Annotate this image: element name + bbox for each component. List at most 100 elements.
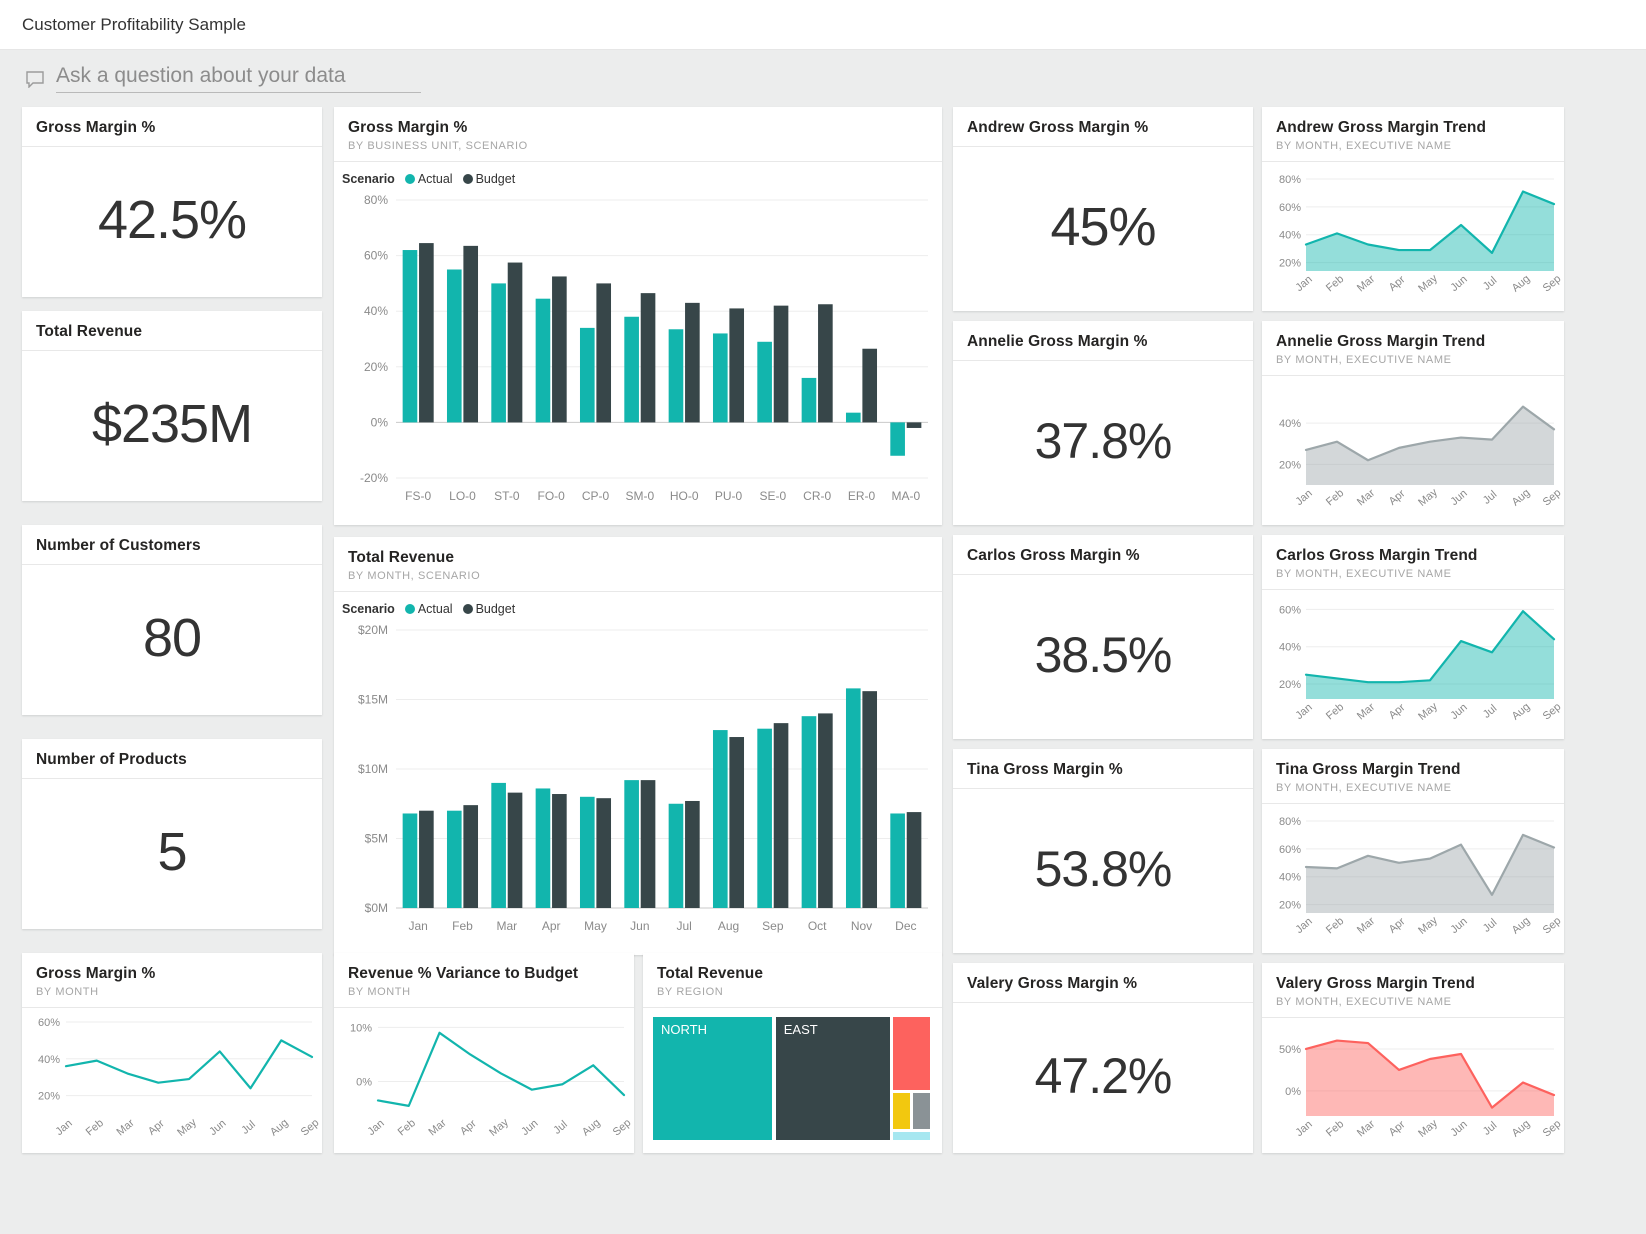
kpi-body: 53.8%	[953, 789, 1253, 949]
chart-legend: Scenario Actual Budget	[334, 162, 942, 186]
legend-item-budget[interactable]: Budget	[463, 172, 516, 186]
svg-text:60%: 60%	[1279, 844, 1301, 856]
tile-total-revenue-kpi[interactable]: Total Revenue $235M	[22, 311, 322, 501]
qa-bar[interactable]: Ask a question about your data	[0, 50, 1646, 107]
tile-revenue-variance[interactable]: Revenue % Variance to Budget BY MONTH 10…	[334, 953, 634, 1153]
kpi-body: 38.5%	[953, 575, 1253, 735]
tile-andrew-trend[interactable]: Andrew Gross Margin Trend BY MONTH, EXEC…	[1262, 107, 1564, 311]
tile-tina-kpi[interactable]: Tina Gross Margin % 53.8%	[953, 749, 1253, 953]
tile-header: Total Revenue	[22, 311, 322, 351]
area-chart-carlos-trend[interactable]: 60%40%20%JanFebMarAprMayJunJulAugSep	[1262, 590, 1564, 737]
svg-text:80%: 80%	[1279, 174, 1301, 186]
svg-text:Aug: Aug	[268, 1117, 291, 1139]
svg-text:0%: 0%	[356, 1077, 372, 1089]
area-chart-tina-trend[interactable]: 80%60%40%20%JanFebMarAprMayJunJulAugSep	[1262, 804, 1564, 951]
svg-text:Nov: Nov	[851, 919, 872, 933]
treemap-cell[interactable]: EAST	[776, 1017, 890, 1140]
svg-text:Feb: Feb	[396, 1117, 418, 1138]
treemap-cell[interactable]	[893, 1093, 910, 1129]
kpi-body: 5	[22, 779, 322, 925]
svg-text:May: May	[1416, 272, 1440, 295]
treemap-cell[interactable]	[913, 1093, 930, 1129]
chart-legend: Scenario Actual Budget	[334, 592, 942, 616]
kpi-body: $235M	[22, 351, 322, 497]
tile-header: Number of Products	[22, 739, 322, 779]
tile-subtitle: BY MONTH	[348, 986, 620, 998]
svg-text:ST-0: ST-0	[494, 489, 520, 503]
tile-valery-trend[interactable]: Valery Gross Margin Trend BY MONTH, EXEC…	[1262, 963, 1564, 1153]
svg-text:Aug: Aug	[1510, 1118, 1533, 1140]
tile-valery-kpi[interactable]: Valery Gross Margin % 47.2%	[953, 963, 1253, 1153]
treemap-cell-label: EAST	[784, 1022, 818, 1037]
svg-text:CR-0: CR-0	[803, 489, 831, 503]
svg-text:$10M: $10M	[358, 762, 388, 776]
svg-text:LO-0: LO-0	[449, 489, 476, 503]
tile-tina-trend[interactable]: Tina Gross Margin Trend BY MONTH, EXECUT…	[1262, 749, 1564, 953]
svg-text:Jul: Jul	[1481, 489, 1499, 507]
svg-text:Apr: Apr	[1387, 487, 1408, 507]
tile-carlos-kpi[interactable]: Carlos Gross Margin % 38.5%	[953, 535, 1253, 739]
tile-gm-by-business-unit[interactable]: Gross Margin % BY BUSINESS UNIT, SCENARI…	[334, 107, 942, 525]
tile-revenue-by-month[interactable]: Total Revenue BY MONTH, SCENARIO Scenari…	[334, 537, 942, 955]
bar-chart-revenue-by-month[interactable]: Scenario Actual Budget $20M$15M$10M$5M$0…	[334, 592, 942, 953]
qa-input[interactable]: Ask a question about your data	[56, 64, 421, 92]
svg-text:Feb: Feb	[1324, 487, 1346, 508]
line-chart-gm-by-month[interactable]: 60%40%20%JanFebMarAprMayJunJulAugSep	[22, 1008, 322, 1151]
tile-header: Total Revenue BY REGION	[643, 953, 942, 1008]
svg-text:Jan: Jan	[1293, 701, 1314, 722]
svg-text:HO-0: HO-0	[670, 489, 699, 503]
svg-text:$5M: $5M	[365, 832, 388, 846]
svg-text:Jun: Jun	[207, 1117, 228, 1138]
tile-gm-by-month[interactable]: Gross Margin % BY MONTH 60%40%20%JanFebM…	[22, 953, 322, 1153]
svg-text:Mar: Mar	[426, 1117, 448, 1139]
svg-text:Jan: Jan	[1293, 273, 1314, 294]
svg-text:Aug: Aug	[1510, 487, 1533, 509]
svg-text:Jun: Jun	[1448, 915, 1469, 936]
area-chart-andrew-trend[interactable]: 80%60%40%20%JanFebMarAprMayJunJulAugSep	[1262, 162, 1564, 309]
line-chart-revenue-variance[interactable]: 10%0%JanFebMarAprMayJunJulAugSep	[334, 1008, 634, 1151]
svg-text:May: May	[1416, 486, 1440, 509]
svg-text:$0M: $0M	[365, 901, 388, 915]
kpi-value: 5	[157, 821, 186, 883]
treemap-cell[interactable]	[893, 1017, 930, 1090]
treemap-cell[interactable]: NORTH	[653, 1017, 772, 1140]
svg-text:$20M: $20M	[358, 623, 388, 637]
svg-text:Jun: Jun	[1448, 273, 1469, 294]
treemap-cell[interactable]	[893, 1132, 930, 1140]
treemap-revenue-by-region[interactable]: NORTH EAST	[643, 1008, 942, 1151]
svg-text:40%: 40%	[1279, 230, 1301, 242]
svg-text:Jun: Jun	[1448, 1118, 1469, 1139]
legend-item-actual[interactable]: Actual	[405, 172, 453, 186]
tile-title: Carlos Gross Margin %	[967, 547, 1239, 565]
tile-number-of-customers-kpi[interactable]: Number of Customers 80	[22, 525, 322, 715]
tile-title: Revenue % Variance to Budget	[348, 965, 620, 983]
tile-gross-margin-kpi[interactable]: Gross Margin % 42.5%	[22, 107, 322, 297]
svg-text:Jul: Jul	[1481, 1120, 1499, 1138]
svg-text:FS-0: FS-0	[405, 489, 431, 503]
svg-text:40%: 40%	[38, 1054, 60, 1066]
svg-text:Feb: Feb	[1324, 273, 1346, 294]
tile-revenue-by-region[interactable]: Total Revenue BY REGION NORTH EAST	[643, 953, 942, 1153]
legend-item-budget[interactable]: Budget	[463, 602, 516, 616]
bar-chart-gm-by-bu[interactable]: Scenario Actual Budget 80%60%40%20%0%-20…	[334, 162, 942, 523]
legend-item-actual[interactable]: Actual	[405, 602, 453, 616]
svg-text:Apr: Apr	[146, 1117, 167, 1137]
tile-subtitle: BY MONTH, EXECUTIVE NAME	[1276, 782, 1550, 794]
tile-header: Gross Margin %	[22, 107, 322, 147]
tile-title: Carlos Gross Margin Trend	[1276, 547, 1550, 565]
legend-swatch-budget	[463, 174, 473, 184]
dashboard-root: Customer Profitability Sample Ask a ques…	[0, 0, 1646, 1234]
tile-number-of-products-kpi[interactable]: Number of Products 5	[22, 739, 322, 929]
svg-text:Apr: Apr	[1387, 273, 1408, 293]
svg-text:Feb: Feb	[1324, 915, 1346, 936]
area-chart-annelie-trend[interactable]: 40%20%JanFebMarAprMayJunJulAugSep	[1262, 376, 1564, 523]
tile-annelie-trend[interactable]: Annelie Gross Margin Trend BY MONTH, EXE…	[1262, 321, 1564, 525]
tile-andrew-kpi[interactable]: Andrew Gross Margin % 45%	[953, 107, 1253, 311]
tile-carlos-trend[interactable]: Carlos Gross Margin Trend BY MONTH, EXEC…	[1262, 535, 1564, 739]
area-chart-valery-trend[interactable]: 50%0%JanFebMarAprMayJunJulAugSep	[1262, 1018, 1564, 1151]
svg-text:PU-0: PU-0	[715, 489, 743, 503]
svg-text:Jun: Jun	[630, 919, 649, 933]
tile-title: Gross Margin %	[36, 119, 308, 137]
tile-annelie-kpi[interactable]: Annelie Gross Margin % 37.8%	[953, 321, 1253, 525]
kpi-body: 47.2%	[953, 1003, 1253, 1149]
